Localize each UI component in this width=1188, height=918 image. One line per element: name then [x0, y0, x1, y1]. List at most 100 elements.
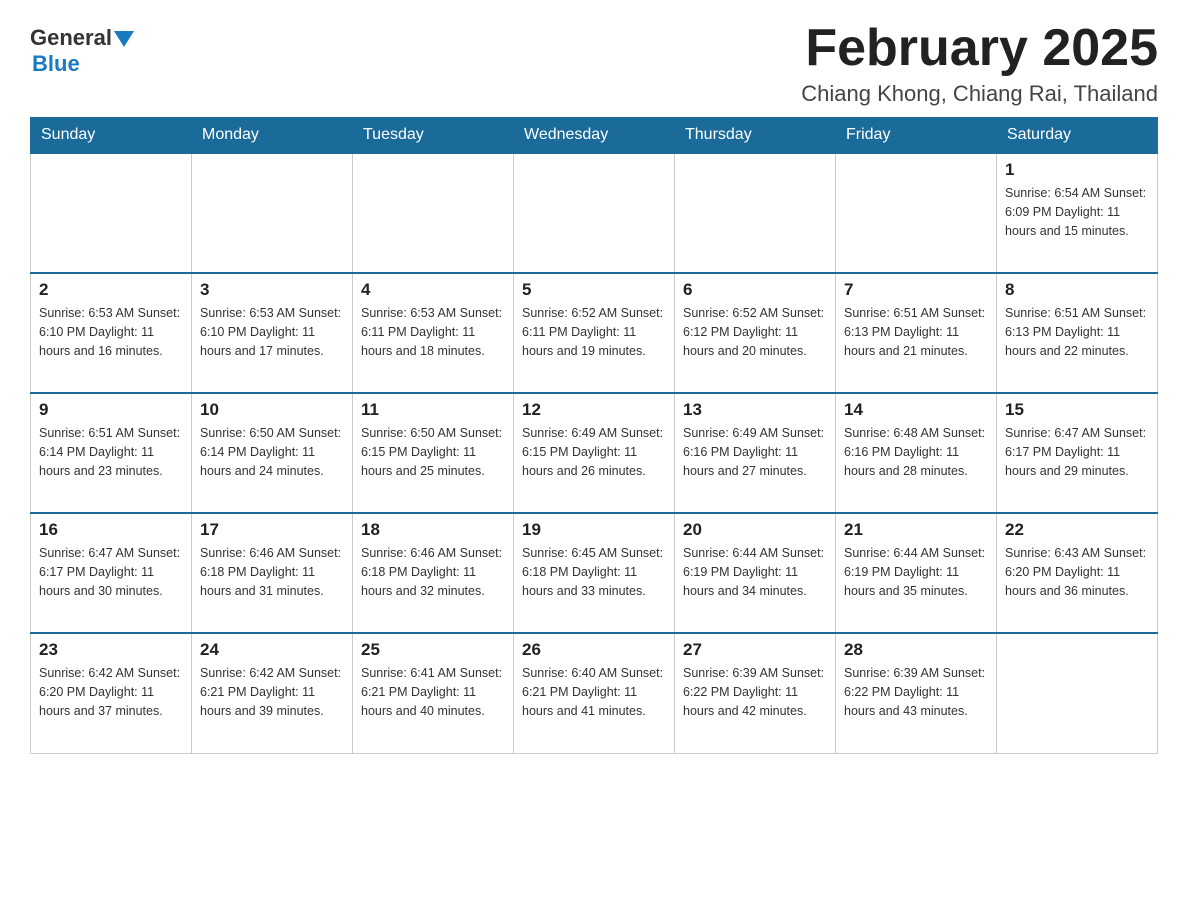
calendar-day-cell: 26 Sunrise: 6:40 AM Sunset: 6:21 PM Dayli…	[514, 633, 675, 753]
calendar-day-cell: 28 Sunrise: 6:39 AM Sunset: 6:22 PM Dayli…	[836, 633, 997, 753]
calendar-day-cell	[836, 153, 997, 273]
day-number: 28	[844, 640, 988, 660]
calendar-day-cell: 5Sunrise: 6:52 AM Sunset: 6:11 PM Daylig…	[514, 273, 675, 393]
logo-blue: Blue	[32, 51, 134, 77]
calendar-day-cell: 8Sunrise: 6:51 AM Sunset: 6:13 PM Daylig…	[997, 273, 1158, 393]
day-info: Sunrise: 6:46 AM Sunset: 6:18 PM Dayligh…	[361, 544, 505, 600]
calendar-day-cell: 14 Sunrise: 6:48 AM Sunset: 6:16 PM Dayli…	[836, 393, 997, 513]
day-info: Sunrise: 6:40 AM Sunset: 6:21 PM Dayligh…	[522, 664, 666, 720]
day-number: 12	[522, 400, 666, 420]
day-info: Sunrise: 6:51 AM Sunset: 6:13 PM Dayligh…	[844, 304, 988, 360]
calendar-day-cell: 1 Sunrise: 6:54 AM Sunset: 6:09 PM Daylig…	[997, 153, 1158, 273]
day-number: 20	[683, 520, 827, 540]
day-info: Sunrise: 6:53 AM Sunset: 6:11 PM Dayligh…	[361, 304, 505, 360]
day-info: Sunrise: 6:50 AM Sunset: 6:14 PM Dayligh…	[200, 424, 344, 480]
calendar-table: SundayMondayTuesdayWednesdayThursdayFrid…	[30, 117, 1158, 754]
day-info: Sunrise: 6:51 AM Sunset: 6:14 PM Dayligh…	[39, 424, 183, 480]
calendar-day-cell	[192, 153, 353, 273]
day-number: 15	[1005, 400, 1149, 420]
weekday-header-wednesday: Wednesday	[514, 118, 675, 154]
day-number: 25	[361, 640, 505, 660]
day-number: 27	[683, 640, 827, 660]
weekday-header-sunday: Sunday	[31, 118, 192, 154]
day-number: 23	[39, 640, 183, 660]
day-info: Sunrise: 6:47 AM Sunset: 6:17 PM Dayligh…	[1005, 424, 1149, 480]
day-info: Sunrise: 6:47 AM Sunset: 6:17 PM Dayligh…	[39, 544, 183, 600]
calendar-day-cell: 24 Sunrise: 6:42 AM Sunset: 6:21 PM Dayli…	[192, 633, 353, 753]
day-number: 11	[361, 400, 505, 420]
day-number: 21	[844, 520, 988, 540]
calendar-day-cell: 15 Sunrise: 6:47 AM Sunset: 6:17 PM Dayli…	[997, 393, 1158, 513]
day-info: Sunrise: 6:39 AM Sunset: 6:22 PM Dayligh…	[683, 664, 827, 720]
day-info: Sunrise: 6:44 AM Sunset: 6:19 PM Dayligh…	[844, 544, 988, 600]
calendar-day-cell: 22Sunrise: 6:43 AM Sunset: 6:20 PM Dayli…	[997, 513, 1158, 633]
calendar-day-cell: 10 Sunrise: 6:50 AM Sunset: 6:14 PM Dayli…	[192, 393, 353, 513]
day-number: 17	[200, 520, 344, 540]
calendar-day-cell: 9Sunrise: 6:51 AM Sunset: 6:14 PM Daylig…	[31, 393, 192, 513]
day-number: 10	[200, 400, 344, 420]
page-header: General Blue February 2025 Chiang Khong,…	[30, 20, 1158, 107]
day-info: Sunrise: 6:44 AM Sunset: 6:19 PM Dayligh…	[683, 544, 827, 600]
day-info: Sunrise: 6:49 AM Sunset: 6:15 PM Dayligh…	[522, 424, 666, 480]
day-number: 18	[361, 520, 505, 540]
calendar-day-cell	[514, 153, 675, 273]
calendar-day-cell	[997, 633, 1158, 753]
day-number: 5	[522, 280, 666, 300]
weekday-header-monday: Monday	[192, 118, 353, 154]
day-info: Sunrise: 6:42 AM Sunset: 6:21 PM Dayligh…	[200, 664, 344, 720]
calendar-day-cell: 27 Sunrise: 6:39 AM Sunset: 6:22 PM Dayli…	[675, 633, 836, 753]
calendar-day-cell: 13 Sunrise: 6:49 AM Sunset: 6:16 PM Dayli…	[675, 393, 836, 513]
calendar-day-cell: 3Sunrise: 6:53 AM Sunset: 6:10 PM Daylig…	[192, 273, 353, 393]
day-number: 14	[844, 400, 988, 420]
logo-general: General	[30, 25, 112, 51]
calendar-week-row: 23 Sunrise: 6:42 AM Sunset: 6:20 PM Dayli…	[31, 633, 1158, 753]
day-number: 26	[522, 640, 666, 660]
day-info: Sunrise: 6:53 AM Sunset: 6:10 PM Dayligh…	[39, 304, 183, 360]
calendar-day-cell: 4 Sunrise: 6:53 AM Sunset: 6:11 PM Daylig…	[353, 273, 514, 393]
day-number: 24	[200, 640, 344, 660]
day-info: Sunrise: 6:52 AM Sunset: 6:12 PM Dayligh…	[683, 304, 827, 360]
day-number: 13	[683, 400, 827, 420]
calendar-day-cell: 20 Sunrise: 6:44 AM Sunset: 6:19 PM Dayli…	[675, 513, 836, 633]
day-info: Sunrise: 6:41 AM Sunset: 6:21 PM Dayligh…	[361, 664, 505, 720]
calendar-day-cell: 25 Sunrise: 6:41 AM Sunset: 6:21 PM Dayli…	[353, 633, 514, 753]
day-number: 2	[39, 280, 183, 300]
day-info: Sunrise: 6:49 AM Sunset: 6:16 PM Dayligh…	[683, 424, 827, 480]
logo-triangle-icon	[114, 31, 134, 47]
calendar-day-cell: 6 Sunrise: 6:52 AM Sunset: 6:12 PM Daylig…	[675, 273, 836, 393]
weekday-header-tuesday: Tuesday	[353, 118, 514, 154]
calendar-day-cell: 2 Sunrise: 6:53 AM Sunset: 6:10 PM Daylig…	[31, 273, 192, 393]
calendar-day-cell	[675, 153, 836, 273]
calendar-day-cell: 11 Sunrise: 6:50 AM Sunset: 6:15 PM Dayli…	[353, 393, 514, 513]
calendar-day-cell: 21 Sunrise: 6:44 AM Sunset: 6:19 PM Dayli…	[836, 513, 997, 633]
location-title: Chiang Khong, Chiang Rai, Thailand	[801, 81, 1158, 107]
calendar-week-row: 2 Sunrise: 6:53 AM Sunset: 6:10 PM Daylig…	[31, 273, 1158, 393]
calendar-day-cell: 17 Sunrise: 6:46 AM Sunset: 6:18 PM Dayli…	[192, 513, 353, 633]
calendar-day-cell	[353, 153, 514, 273]
day-number: 22	[1005, 520, 1149, 540]
logo: General Blue	[30, 25, 134, 77]
day-number: 4	[361, 280, 505, 300]
calendar-day-cell: 12 Sunrise: 6:49 AM Sunset: 6:15 PM Dayli…	[514, 393, 675, 513]
day-number: 6	[683, 280, 827, 300]
day-info: Sunrise: 6:42 AM Sunset: 6:20 PM Dayligh…	[39, 664, 183, 720]
day-info: Sunrise: 6:45 AM Sunset: 6:18 PM Dayligh…	[522, 544, 666, 600]
day-info: Sunrise: 6:50 AM Sunset: 6:15 PM Dayligh…	[361, 424, 505, 480]
weekday-header-thursday: Thursday	[675, 118, 836, 154]
day-info: Sunrise: 6:48 AM Sunset: 6:16 PM Dayligh…	[844, 424, 988, 480]
calendar-day-cell: 19 Sunrise: 6:45 AM Sunset: 6:18 PM Dayli…	[514, 513, 675, 633]
day-number: 7	[844, 280, 988, 300]
calendar-day-cell: 23 Sunrise: 6:42 AM Sunset: 6:20 PM Dayli…	[31, 633, 192, 753]
weekday-header-row: SundayMondayTuesdayWednesdayThursdayFrid…	[31, 118, 1158, 154]
day-number: 19	[522, 520, 666, 540]
day-number: 1	[1005, 160, 1149, 180]
day-number: 3	[200, 280, 344, 300]
day-info: Sunrise: 6:39 AM Sunset: 6:22 PM Dayligh…	[844, 664, 988, 720]
calendar-week-row: 1 Sunrise: 6:54 AM Sunset: 6:09 PM Daylig…	[31, 153, 1158, 273]
calendar-day-cell	[31, 153, 192, 273]
calendar-day-cell: 18 Sunrise: 6:46 AM Sunset: 6:18 PM Dayli…	[353, 513, 514, 633]
day-info: Sunrise: 6:51 AM Sunset: 6:13 PM Dayligh…	[1005, 304, 1149, 360]
day-info: Sunrise: 6:54 AM Sunset: 6:09 PM Dayligh…	[1005, 184, 1149, 240]
calendar-day-cell: 16Sunrise: 6:47 AM Sunset: 6:17 PM Dayli…	[31, 513, 192, 633]
day-info: Sunrise: 6:46 AM Sunset: 6:18 PM Dayligh…	[200, 544, 344, 600]
